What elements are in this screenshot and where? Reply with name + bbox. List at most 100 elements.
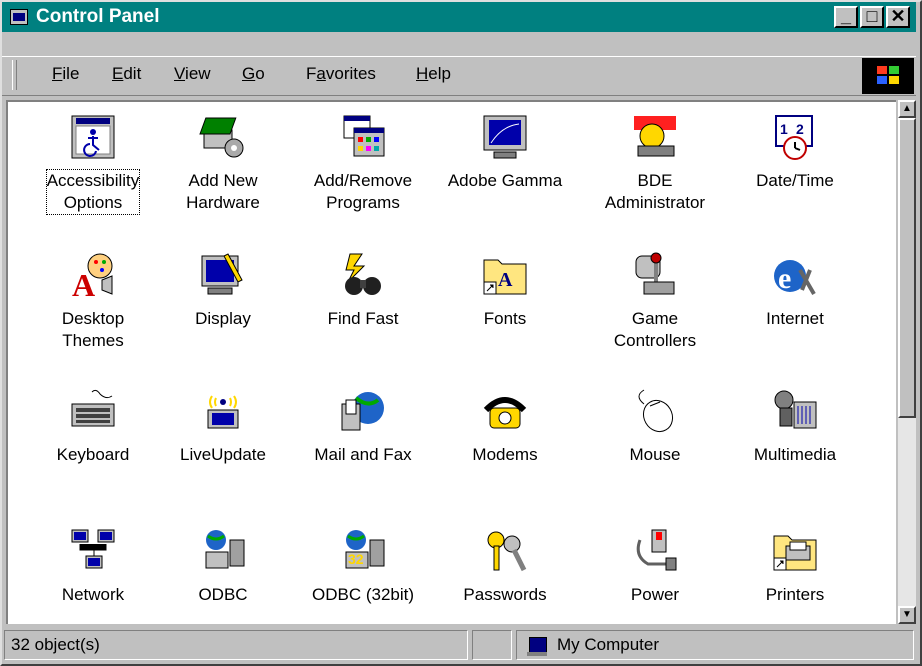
mouse-icon <box>630 386 680 436</box>
control-panel-item[interactable]: ODBC <box>158 526 288 606</box>
control-panel-item[interactable]: 1 2 Date/Time <box>730 112 860 192</box>
control-panel-item[interactable]: Display <box>158 250 288 330</box>
scroll-down-button[interactable]: ▼ <box>898 606 916 624</box>
menu-grip[interactable] <box>12 60 17 90</box>
control-panel-item-label: Add New Hardware <box>186 171 260 212</box>
close-button[interactable]: ✕ <box>886 6 910 28</box>
menu-help[interactable]: Help <box>416 64 451 84</box>
svg-text:32: 32 <box>348 551 364 567</box>
control-panel-item[interactable]: Multimedia <box>730 386 860 466</box>
svg-text:e: e <box>778 262 791 295</box>
window-title: Control Panel <box>36 6 160 27</box>
fonts-folder-icon: A <box>480 250 530 300</box>
windows-logo-icon <box>862 58 914 94</box>
accessibility-icon <box>68 112 118 162</box>
maximize-button[interactable]: □ <box>860 6 884 28</box>
control-panel-item[interactable]: Game Controllers <box>590 250 720 352</box>
control-panel-item-label: Adobe Gamma <box>447 171 563 190</box>
menu-favorites[interactable]: Favorites <box>306 64 376 84</box>
minimize-button[interactable]: _ <box>834 6 858 28</box>
control-panel-item-label: Mail and Fax <box>314 445 412 464</box>
control-panel-item-label: Mouse <box>629 445 681 464</box>
control-panel-item[interactable]: Passwords <box>440 526 570 606</box>
menu-file[interactable]: File <box>52 64 79 84</box>
svg-text:A: A <box>72 267 95 300</box>
control-panel-item[interactable]: Mouse <box>590 386 720 466</box>
control-panel-item[interactable]: Modems <box>440 386 570 466</box>
vertical-scrollbar[interactable]: ▲ ▼ <box>898 100 916 624</box>
control-panel-item-label: Desktop Themes <box>61 309 125 350</box>
control-panel-item-label: BDE Administrator <box>604 171 706 212</box>
scroll-thumb[interactable] <box>898 118 916 418</box>
internet-explorer-icon: e <box>770 250 820 300</box>
control-panel-item[interactable]: Network <box>28 526 158 606</box>
control-panel-item-label: ODBC (32bit) <box>311 585 415 604</box>
control-panel-item-label: Game Controllers <box>613 309 697 350</box>
mail-fax-icon <box>338 386 388 436</box>
status-spacer <box>472 630 512 660</box>
menu-go[interactable]: Go <box>242 64 265 84</box>
control-panel-item-label: Fonts <box>483 309 527 328</box>
monitor-gamma-icon <box>480 112 530 162</box>
multimedia-icon <box>770 386 820 436</box>
control-panel-item-label: Accessibility Options <box>45 169 141 215</box>
modem-phone-icon <box>480 386 530 436</box>
control-panel-item[interactable]: 32 ODBC (32bit) <box>298 526 428 606</box>
control-panel-item-label: ODBC <box>198 585 248 604</box>
binoculars-icon <box>338 250 388 300</box>
control-panel-item-label: Date/Time <box>756 171 834 190</box>
control-panel-item[interactable]: Accessibility Options <box>28 112 158 215</box>
themes-icon: A <box>68 250 118 303</box>
title-bar[interactable]: Control Panel _ □ ✕ <box>2 2 916 32</box>
control-panel-item-label: Printers <box>765 585 825 604</box>
network-icon <box>68 526 118 576</box>
svg-text:A: A <box>498 269 513 291</box>
programs-icon <box>338 112 388 162</box>
control-panel-item[interactable]: Mail and Fax <box>298 386 428 466</box>
odbc-icon <box>198 526 248 576</box>
control-panel-item[interactable]: Printers <box>730 526 860 606</box>
hardware-icon <box>198 112 248 162</box>
svg-text:2: 2 <box>796 121 804 137</box>
control-panel-item-label: Modems <box>472 445 538 464</box>
control-panel-item-label: Display <box>195 309 251 328</box>
control-panel-item-label: Find Fast <box>327 309 399 328</box>
status-bar: 32 object(s) My Computer <box>2 628 916 662</box>
menu-edit[interactable]: Edit <box>112 64 141 84</box>
keyboard-icon <box>68 386 118 436</box>
bde-icon <box>630 112 680 162</box>
control-panel-item[interactable]: Keyboard <box>28 386 158 466</box>
control-panel-item-label: Passwords <box>463 585 547 604</box>
display-icon <box>198 250 248 300</box>
calendar-clock-icon: 12 <box>770 112 820 162</box>
control-panel-item[interactable]: Add/Remove Programs <box>298 112 428 214</box>
control-panel-item[interactable]: A Desktop Themes <box>28 250 158 352</box>
control-panel-item-label: Add/Remove Programs <box>313 171 413 212</box>
control-panel-item[interactable]: Find Fast <box>298 250 428 330</box>
scroll-up-button[interactable]: ▲ <box>898 100 916 118</box>
my-computer-icon <box>527 637 547 656</box>
odbc32-icon: 32 <box>338 526 388 576</box>
status-location-label: My Computer <box>557 635 660 654</box>
control-panel-item[interactable]: Power <box>590 526 720 606</box>
joystick-icon <box>630 250 680 300</box>
power-plug-icon <box>630 526 680 576</box>
keys-icon <box>480 526 530 576</box>
control-panel-item-label: Multimedia <box>753 445 837 464</box>
icon-view[interactable]: Accessibility Options Add New Hardware Add… <box>6 100 896 624</box>
control-panel-icon[interactable] <box>10 9 28 25</box>
control-panel-item[interactable]: Adobe Gamma <box>440 112 570 192</box>
control-panel-item[interactable]: Add New Hardware <box>158 112 288 214</box>
liveupdate-icon <box>198 386 248 436</box>
control-panel-item-label: Power <box>630 585 680 604</box>
control-panel-item-label: Keyboard <box>56 445 130 464</box>
control-panel-item[interactable]: LiveUpdate <box>158 386 288 466</box>
status-count: 32 object(s) <box>4 630 468 660</box>
control-panel-item-label: Internet <box>766 309 824 328</box>
status-location: My Computer <box>516 630 914 660</box>
control-panel-item[interactable]: e Internet <box>730 250 860 330</box>
control-panel-item[interactable]: BDE Administrator <box>590 112 720 214</box>
control-panel-item[interactable]: A Fonts <box>440 250 570 330</box>
control-panel-item-label: Network <box>61 585 125 604</box>
menu-view[interactable]: View <box>174 64 211 84</box>
